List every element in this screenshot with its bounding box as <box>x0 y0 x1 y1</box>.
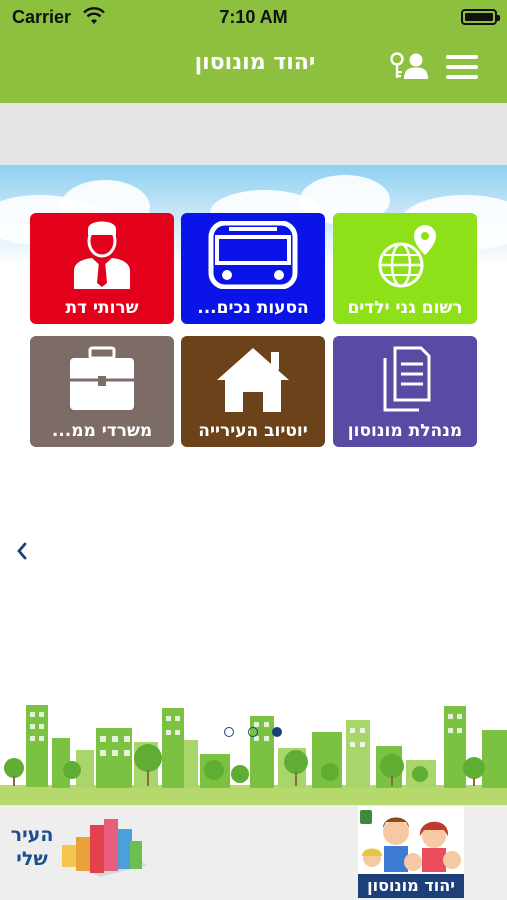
status-bar: Carrier 7:10 AM <box>0 0 507 36</box>
children-illustration-icon <box>358 806 464 876</box>
tile-label: משרדי ממ... <box>51 421 153 441</box>
tile-municipality-youtube[interactable]: יוטיוב העירייה <box>181 336 325 447</box>
bus-icon <box>208 221 298 289</box>
tile-label: הסעות נכים... <box>197 298 309 318</box>
page-dot-3[interactable] <box>272 727 282 737</box>
page-title: יהוד מונוסון <box>194 50 316 75</box>
person-icon <box>74 221 130 289</box>
tile-government-offices[interactable]: משרדי ממ... <box>30 336 174 447</box>
documents-icon <box>383 346 431 412</box>
yehud-monoson-logo[interactable]: יהוד מונוסון <box>358 806 464 898</box>
tile-label: רשום גני ילדים <box>347 298 463 318</box>
tile-label: מנהלת מונוסון <box>347 421 463 441</box>
house-icon <box>217 348 289 412</box>
globe-pin-icon <box>378 225 436 288</box>
hamburger-menu-icon[interactable] <box>446 55 478 79</box>
page-dot-1[interactable] <box>224 727 234 737</box>
briefcase-icon <box>70 346 134 410</box>
tile-monoson-administration[interactable]: מנהלת מונוסון <box>333 336 477 447</box>
my-city-logo-text: העיר שלי <box>10 824 54 870</box>
banner-area <box>0 103 507 165</box>
tile-religious-services[interactable]: שרותי דת <box>30 213 174 324</box>
battery-icon <box>461 9 500 25</box>
tile-label: יוטיוב העירייה <box>198 421 308 441</box>
tile-kindergarten-registration[interactable]: רשום גני ילדים <box>333 213 477 324</box>
page-dot-2[interactable] <box>248 727 258 737</box>
tile-label: שרותי דת <box>65 298 139 318</box>
tile-disabled-transport[interactable]: הסעות נכים... <box>181 213 325 324</box>
books-graphic-icon <box>60 819 148 877</box>
city-skyline-illustration <box>0 705 507 805</box>
user-login-icon[interactable] <box>389 51 429 81</box>
my-city-logo[interactable]: העיר שלי <box>8 815 148 890</box>
yehud-monoson-logo-text: יהוד מונוסון <box>358 874 464 898</box>
clock-label: 7:10 AM <box>219 7 288 27</box>
chevron-left-icon[interactable] <box>14 540 30 562</box>
